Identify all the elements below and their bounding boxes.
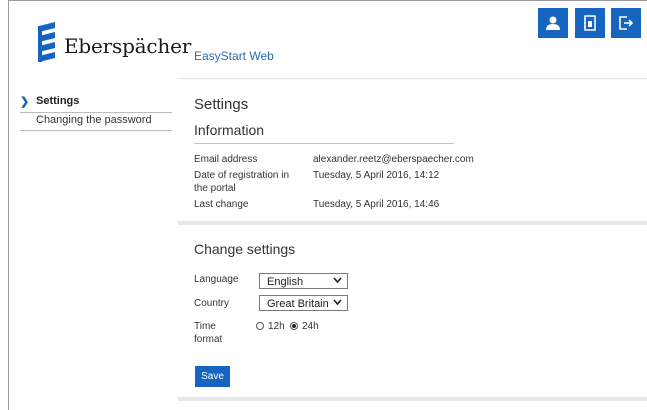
user-button[interactable] [538,8,568,38]
address-book-button[interactable] [575,8,605,38]
eberspaecher-logo-icon [38,22,55,62]
sidebar-item-label: Changing the password [36,114,152,126]
information-divider [194,143,454,144]
logout-button[interactable] [611,8,641,38]
registration-date-label: Date of registration in the portal [194,170,290,194]
chevron-down-icon [333,299,342,306]
bottom-separator [178,397,647,401]
time-format-24h-label: 24h [302,321,319,332]
save-button[interactable]: Save [195,366,230,387]
information-heading: Information [194,122,265,138]
registration-date-value: Tuesday, 5 April 2016, 14:12 [313,170,440,181]
address-book-icon [584,15,596,31]
window-frame-top [8,0,647,1]
logout-icon [619,16,634,30]
email-label: Email address [194,154,258,165]
window-frame-left [8,0,9,410]
brand-name: Eberspächer [64,34,192,58]
time-format-12h-label: 12h [268,321,285,332]
user-icon [546,16,560,30]
country-select[interactable]: Great Britain [259,295,348,311]
page-title: Settings [194,96,249,113]
last-change-label: Last change [194,199,249,210]
language-select[interactable]: English [259,273,348,289]
language-value: English [267,276,304,288]
last-change-value: Tuesday, 5 April 2016, 14:46 [313,199,440,210]
change-settings-heading: Change settings [194,241,296,257]
section-separator [178,221,647,225]
chevron-down-icon [333,277,342,284]
brand-logo: Eberspächer [36,20,191,65]
country-label: Country [194,298,230,309]
header-divider [178,78,647,79]
time-format-12h-radio[interactable] [256,322,264,330]
country-value: Great Britain [267,298,329,310]
app-name: EasyStart Web [194,49,274,63]
chevron-right-icon: ❯ [20,96,30,108]
time-format-label: Time format [194,321,223,345]
sidebar-item-label: Settings [36,95,80,107]
sidebar-item-settings[interactable]: ❯ Settings [20,95,172,113]
email-value: alexander.reetz@eberspaecher.com [313,154,474,165]
time-format-24h-radio[interactable] [290,322,298,330]
language-label: Language [194,274,239,285]
sidebar-item-changing-password[interactable]: Changing the password [20,113,172,131]
